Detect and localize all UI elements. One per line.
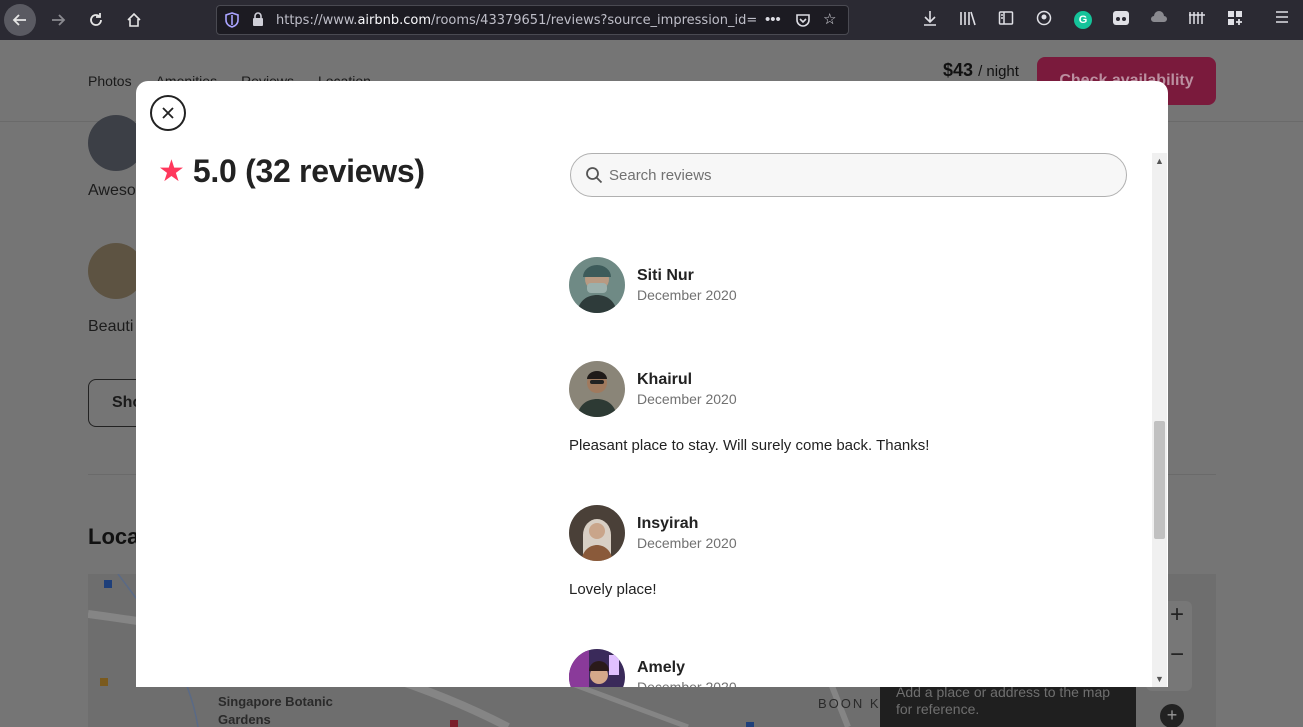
search-icon bbox=[586, 167, 603, 184]
scrollbar-thumb[interactable] bbox=[1154, 421, 1165, 539]
extension-icon[interactable] bbox=[1111, 10, 1131, 30]
review-snippet: Aweso bbox=[88, 182, 136, 199]
grammarly-icon[interactable]: G bbox=[1074, 11, 1092, 29]
map-label: Gardens bbox=[218, 712, 271, 727]
review-date: December 2020 bbox=[637, 287, 737, 303]
home-icon[interactable] bbox=[118, 4, 150, 36]
url-bar[interactable]: https://www.airbnb.com/rooms/43379651/re… bbox=[216, 5, 849, 35]
review-text: Pleasant place to stay. Will surely come… bbox=[569, 437, 930, 454]
shield-icon[interactable] bbox=[225, 12, 239, 28]
add-place-icon[interactable]: + bbox=[1160, 704, 1184, 727]
nav-photos[interactable]: Photos bbox=[88, 73, 132, 89]
review-date: December 2020 bbox=[637, 391, 737, 407]
search-reviews-box[interactable] bbox=[570, 153, 1127, 197]
reload-icon[interactable] bbox=[80, 4, 112, 36]
more-icon[interactable]: ••• bbox=[765, 11, 781, 28]
reviewer-name: Amely bbox=[637, 659, 686, 676]
nightly-price: $43 / night bbox=[943, 60, 1019, 80]
scrollbar[interactable]: ▲ ▼ bbox=[1152, 153, 1167, 687]
pocket-icon[interactable] bbox=[795, 12, 811, 32]
menu-icon[interactable] bbox=[1272, 10, 1292, 28]
forward-icon[interactable] bbox=[42, 4, 74, 36]
reviewer-name: Insyirah bbox=[637, 515, 699, 532]
close-button[interactable] bbox=[150, 95, 186, 131]
zoom-in-icon[interactable]: + bbox=[1170, 601, 1184, 629]
search-input[interactable] bbox=[609, 154, 1109, 196]
review-text: Lovely place! bbox=[569, 581, 657, 598]
apps-icon[interactable] bbox=[1225, 10, 1245, 30]
avatar[interactable] bbox=[569, 649, 625, 687]
star-icon: ★ bbox=[158, 154, 185, 188]
review-date: December 2020 bbox=[637, 679, 737, 687]
download-icon[interactable] bbox=[920, 10, 940, 30]
avatar[interactable] bbox=[569, 361, 625, 417]
lock-icon[interactable] bbox=[252, 12, 264, 30]
avatar[interactable] bbox=[569, 505, 625, 561]
close-icon bbox=[162, 107, 174, 119]
back-icon[interactable] bbox=[4, 4, 36, 36]
columns-icon[interactable] bbox=[1187, 10, 1207, 30]
rating-summary: ★ 5.0 (32 reviews) bbox=[158, 153, 425, 190]
reader-icon[interactable] bbox=[996, 10, 1016, 30]
browser-toolbar: https://www.airbnb.com/rooms/43379651/re… bbox=[0, 0, 1303, 40]
url-text[interactable]: https://www.airbnb.com/rooms/43379651/re… bbox=[276, 13, 756, 28]
library-icon[interactable] bbox=[958, 10, 978, 30]
location-heading: Loca bbox=[88, 524, 140, 549]
map-label: BOON K bbox=[818, 696, 881, 711]
map-label: Singapore Botanic bbox=[218, 694, 333, 709]
cloud-icon[interactable] bbox=[1149, 10, 1169, 28]
scroll-up-icon[interactable]: ▲ bbox=[1152, 153, 1167, 169]
bookmark-star-icon[interactable]: ☆ bbox=[823, 10, 836, 28]
rating-heading: 5.0 (32 reviews) bbox=[192, 153, 425, 189]
review-snippet: Beauti bbox=[88, 318, 134, 335]
avatar[interactable] bbox=[569, 257, 625, 313]
scroll-down-icon[interactable]: ▼ bbox=[1152, 671, 1167, 687]
review-date: December 2020 bbox=[637, 535, 737, 551]
reviewer-name: Khairul bbox=[637, 371, 693, 388]
zoom-out-icon[interactable]: − bbox=[1170, 641, 1184, 669]
reviews-modal: ★ 5.0 (32 reviews) Siti Nur December 202… bbox=[136, 81, 1168, 687]
account-icon[interactable] bbox=[1034, 10, 1054, 30]
reviewer-name: Siti Nur bbox=[637, 267, 694, 284]
